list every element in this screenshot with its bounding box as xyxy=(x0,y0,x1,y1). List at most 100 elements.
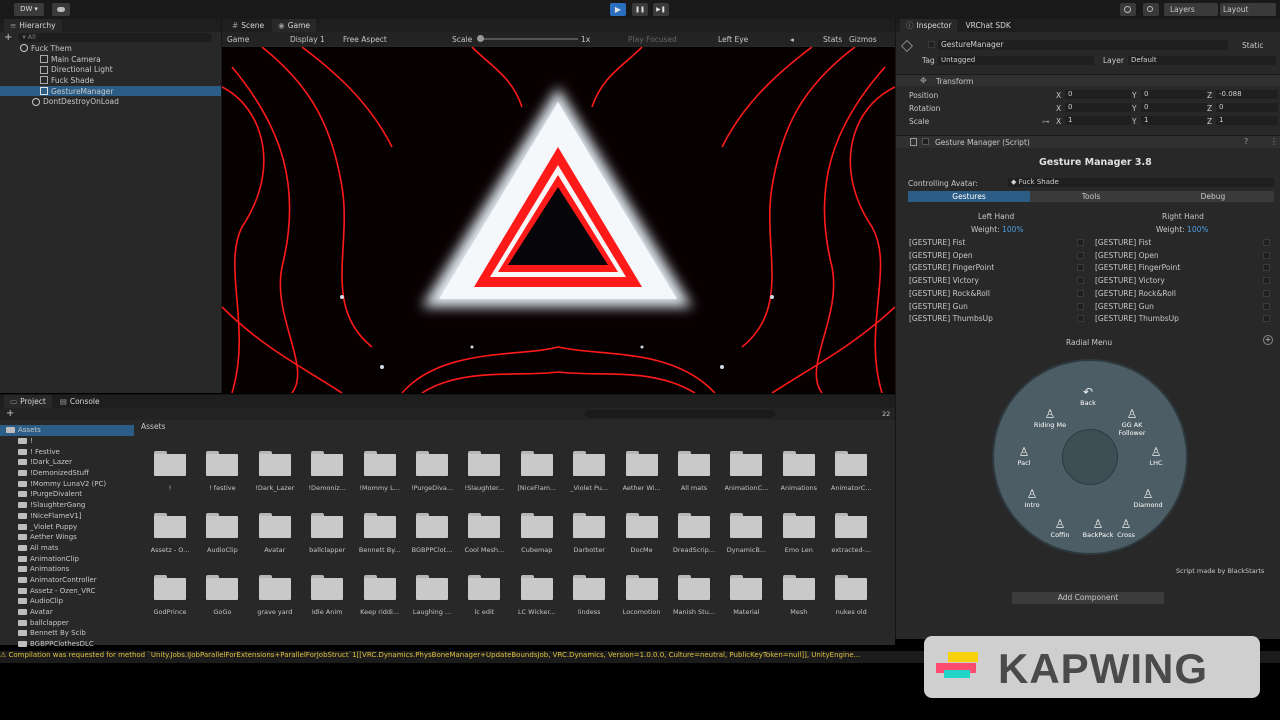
tree-item[interactable]: ! xyxy=(0,436,134,447)
audio-icon[interactable]: ◂ xyxy=(790,35,794,44)
right-gesture-item[interactable]: [GESTURE] Fist xyxy=(1095,238,1151,247)
tree-item[interactable]: ballclapper xyxy=(0,617,134,628)
left-gesture-item[interactable]: [GESTURE] ThumbsUp xyxy=(909,314,993,323)
left-gesture-item[interactable]: [GESTURE] Fist xyxy=(909,238,965,247)
scene-row[interactable]: Fuck Them xyxy=(0,43,221,54)
left-gesture-checkbox[interactable] xyxy=(1077,264,1084,272)
game-render[interactable] xyxy=(222,47,895,393)
add-circle-icon[interactable]: + xyxy=(1263,335,1273,345)
rotation-y-field[interactable]: 0 xyxy=(1141,103,1207,112)
folder-icon[interactable] xyxy=(311,451,344,476)
active-checkbox[interactable] xyxy=(928,41,935,48)
tree-item[interactable]: AnimationClip xyxy=(0,553,134,564)
scale-z-field[interactable]: 1 xyxy=(1216,116,1278,125)
folder-icon[interactable] xyxy=(782,513,815,538)
tree-item[interactable]: Aether Wings xyxy=(0,532,134,543)
static-toggle[interactable]: Static xyxy=(1242,41,1263,50)
tree-item[interactable]: _Violet Puppy xyxy=(0,521,134,532)
folder-icon[interactable] xyxy=(154,451,186,476)
folder-icon[interactable] xyxy=(416,575,448,600)
folder-icon[interactable] xyxy=(835,575,868,600)
left-gesture-item[interactable]: [GESTURE] Gun xyxy=(909,302,968,311)
tab-console[interactable]: ▤ Console xyxy=(54,397,106,406)
left-gesture-checkbox[interactable] xyxy=(1077,302,1084,310)
folder-icon[interactable] xyxy=(468,451,501,476)
folder-icon[interactable] xyxy=(782,575,815,600)
cloud-icon[interactable] xyxy=(52,3,70,16)
right-gesture-item[interactable]: [GESTURE] Rock&Roll xyxy=(1095,289,1176,298)
right-gesture-item[interactable]: [GESTURE] Victory xyxy=(1095,276,1165,285)
folder-icon[interactable] xyxy=(206,575,239,600)
folder-icon[interactable] xyxy=(573,575,606,600)
object-name-field[interactable]: GestureManager xyxy=(938,40,1228,50)
right-gesture-item[interactable]: [GESTURE] Gun xyxy=(1095,302,1154,311)
tree-item[interactable]: !DemonizedStuff xyxy=(0,468,134,479)
radial-item[interactable]: ♙ Pacl xyxy=(1002,445,1046,467)
tree-item[interactable]: Avatar xyxy=(0,607,134,618)
dontdestroy-row[interactable]: DontDestroyOnLoad xyxy=(0,96,221,107)
left-gesture-item[interactable]: [GESTURE] FingerPoint xyxy=(909,263,994,272)
constrain-proportions-icon[interactable]: ⊶ xyxy=(1042,117,1050,126)
folder-icon[interactable] xyxy=(154,575,186,600)
folder-icon[interactable] xyxy=(363,513,396,538)
project-search[interactable] xyxy=(585,410,775,418)
folder-icon[interactable] xyxy=(625,451,658,476)
folder-icon[interactable] xyxy=(835,451,868,476)
component-enabled-checkbox[interactable] xyxy=(922,138,929,145)
right-gesture-checkbox[interactable] xyxy=(1263,315,1270,323)
tab-scene[interactable]: # Scene xyxy=(226,21,270,30)
hierarchy-item-selected[interactable]: GestureManager xyxy=(0,85,221,97)
add-component-button[interactable]: Add Component xyxy=(1012,592,1164,604)
right-gesture-checkbox[interactable] xyxy=(1263,302,1270,310)
layout-dropdown[interactable]: Layout xyxy=(1220,3,1276,16)
folder-icon[interactable] xyxy=(363,451,396,476)
right-gesture-checkbox[interactable] xyxy=(1263,277,1270,285)
right-gesture-checkbox[interactable] xyxy=(1263,289,1270,297)
tree-item[interactable]: !PurgeDivalent xyxy=(0,489,134,500)
tab-vrchat-sdk[interactable]: VRChat SDK xyxy=(959,21,1016,30)
tag-dropdown[interactable]: Untagged xyxy=(938,56,1094,65)
tree-item[interactable]: !Dark_Lazer xyxy=(0,457,134,468)
right-gesture-item[interactable]: [GESTURE] FingerPoint xyxy=(1095,263,1180,272)
tree-item[interactable]: Animations xyxy=(0,564,134,575)
tree-item[interactable]: ! Festive xyxy=(0,446,134,457)
play-focused-dropdown[interactable]: Play Focused xyxy=(628,35,677,44)
left-gesture-item[interactable]: [GESTURE] Rock&Roll xyxy=(909,289,990,298)
component-header[interactable]: Gesture Manager (Script) ? ⋮ xyxy=(896,135,1280,148)
rotation-x-field[interactable]: 0 xyxy=(1065,103,1131,112)
folder-icon[interactable] xyxy=(730,575,763,600)
gizmos-button[interactable]: Gizmos xyxy=(849,35,877,44)
account-button[interactable]: DW ▾ xyxy=(14,3,44,16)
left-gesture-item[interactable]: [GESTURE] Victory xyxy=(909,276,979,285)
folder-icon[interactable] xyxy=(520,451,553,476)
left-gesture-checkbox[interactable] xyxy=(1077,277,1084,285)
position-x-field[interactable]: 0 xyxy=(1065,90,1131,99)
eye-dropdown[interactable]: Left Eye xyxy=(718,35,748,44)
position-y-field[interactable]: 0 xyxy=(1141,90,1207,99)
folder-icon[interactable] xyxy=(363,575,396,600)
tree-item[interactable]: !SlaughterGang xyxy=(0,500,134,511)
folder-icon[interactable] xyxy=(206,451,239,476)
rotation-z-field[interactable]: 0 xyxy=(1216,103,1278,112)
left-gesture-checkbox[interactable] xyxy=(1077,289,1084,297)
folder-icon[interactable] xyxy=(416,451,448,476)
folder-icon[interactable] xyxy=(416,513,448,538)
left-gesture-checkbox[interactable] xyxy=(1077,239,1084,246)
aspect-dropdown[interactable]: Free Aspect xyxy=(343,35,387,44)
radial-item[interactable]: ♙ Riding Me xyxy=(1028,407,1072,429)
controlling-avatar-field[interactable]: ◆ Fuck Shade xyxy=(1008,178,1274,187)
left-gesture-item[interactable]: [GESTURE] Open xyxy=(909,251,973,260)
radial-menu[interactable]: ↶ Back ♙ GG AK Follower ♙ LHC ♙ Diamond ♙ Coffin ♙… xyxy=(992,359,1188,555)
folder-icon[interactable] xyxy=(730,513,763,538)
layers-dropdown[interactable]: Layers xyxy=(1164,3,1218,16)
folder-icon[interactable] xyxy=(258,513,291,538)
folder-icon[interactable] xyxy=(730,451,763,476)
folder-icon[interactable] xyxy=(782,451,815,476)
tab-tools[interactable]: Tools xyxy=(1030,191,1152,202)
folder-icon[interactable] xyxy=(311,513,344,538)
hierarchy-search[interactable]: ▾ All xyxy=(18,33,213,42)
folder-icon[interactable] xyxy=(520,575,553,600)
hierarchy-item[interactable]: Directional Light xyxy=(0,64,221,75)
right-gesture-item[interactable]: [GESTURE] Open xyxy=(1095,251,1159,260)
scale-slider-handle[interactable] xyxy=(477,35,484,42)
